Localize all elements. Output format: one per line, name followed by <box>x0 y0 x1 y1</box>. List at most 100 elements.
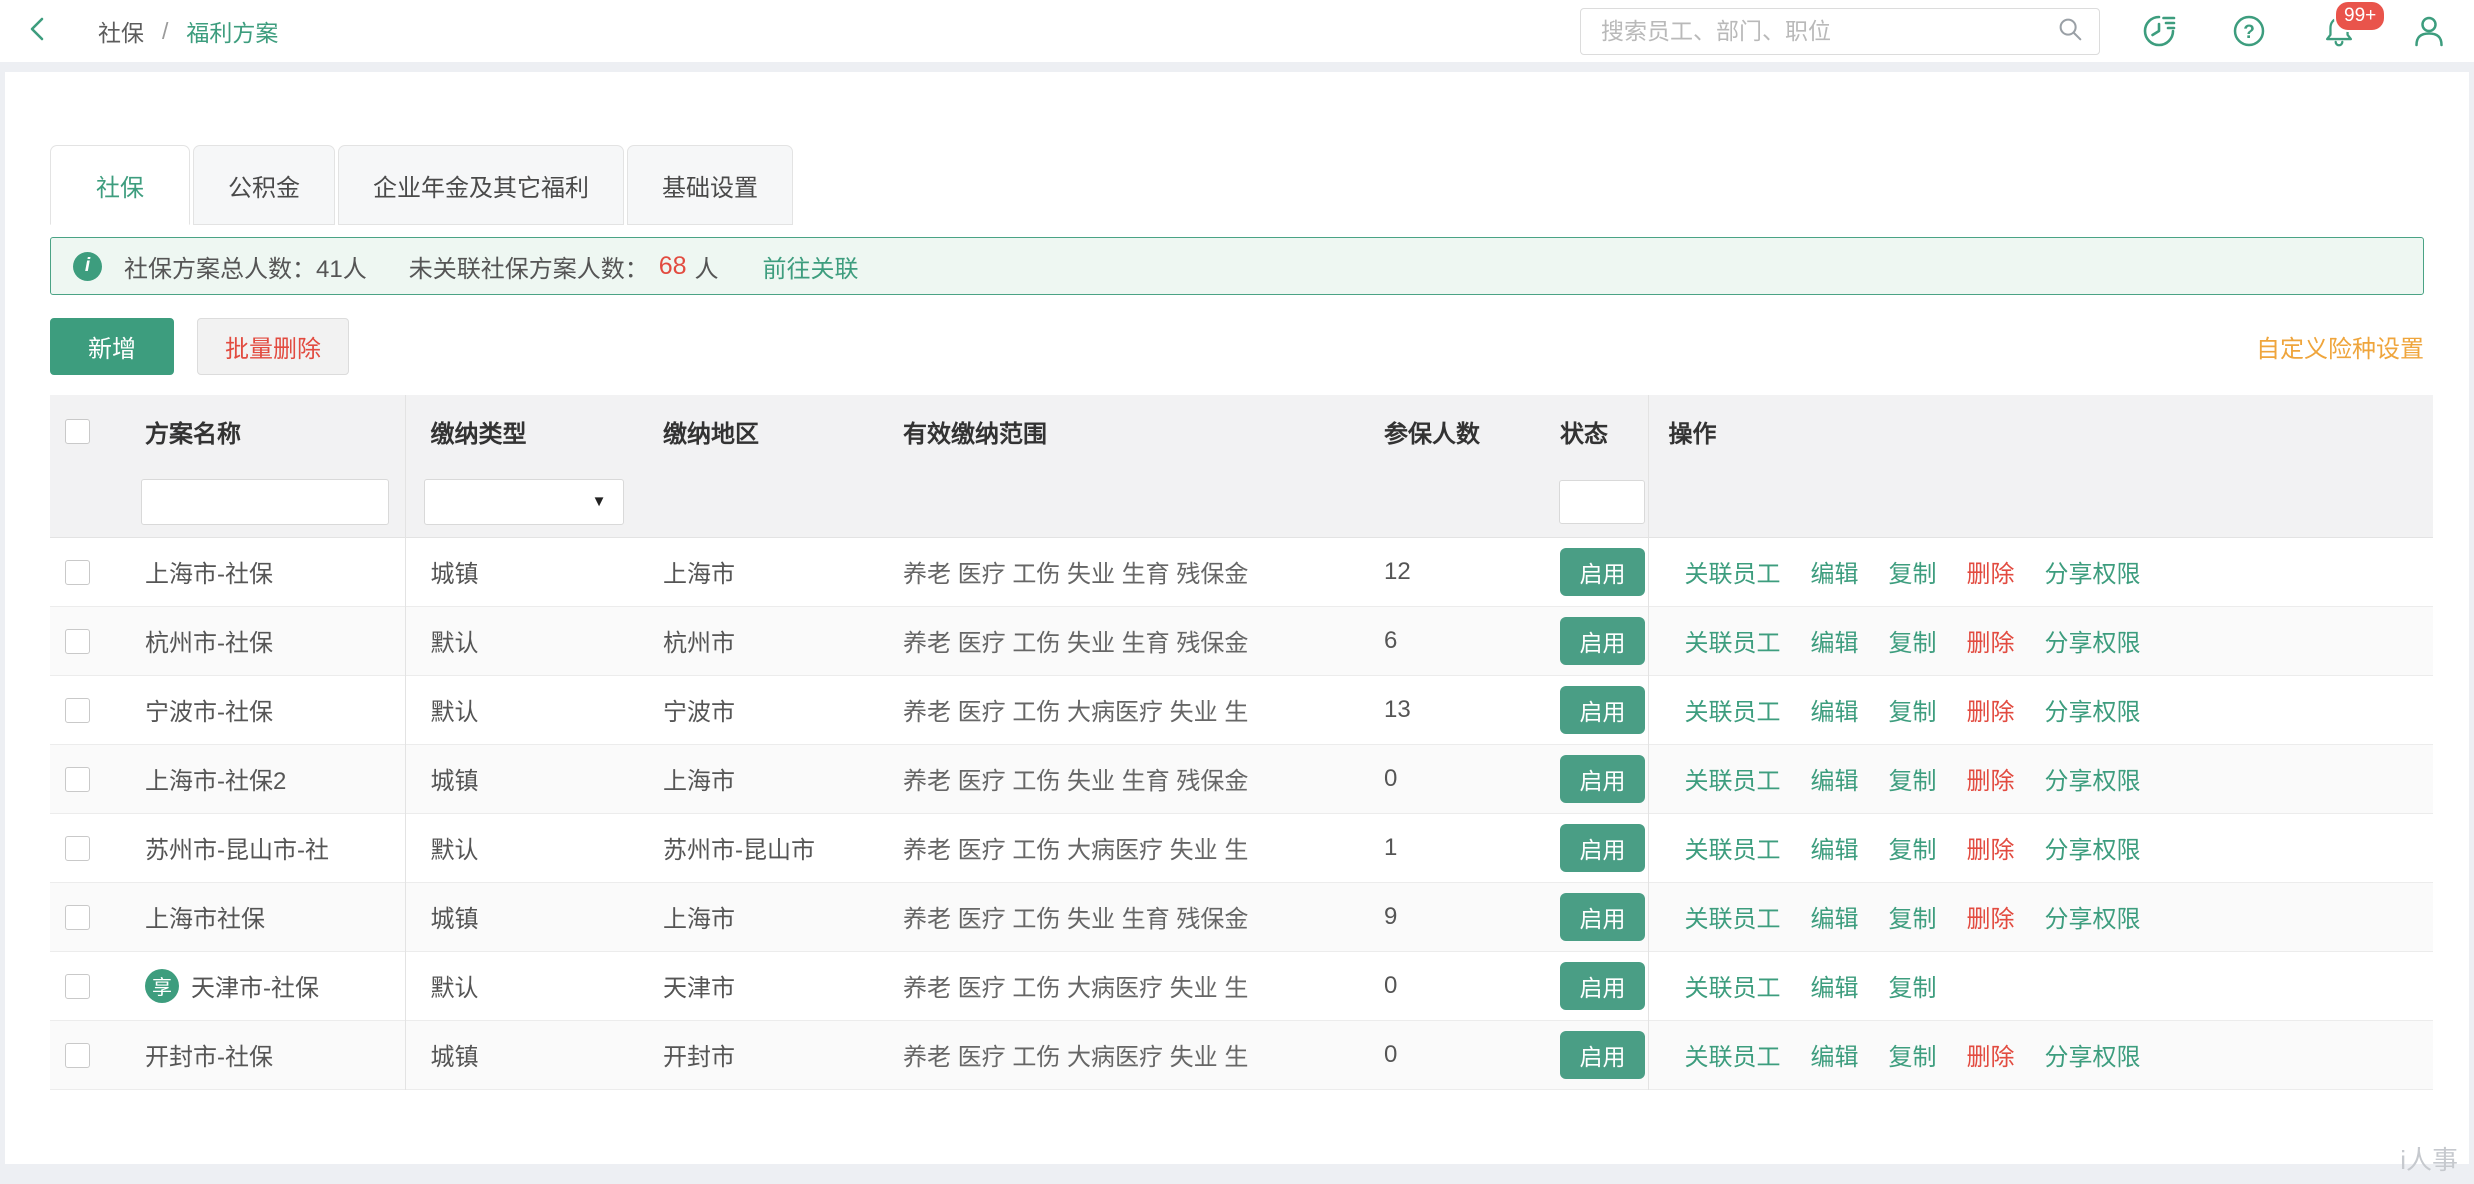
row-checkbox[interactable] <box>65 905 90 930</box>
row-action-link[interactable]: 删除 <box>1967 837 2015 864</box>
tab-item[interactable]: 公积金 <box>193 145 335 225</box>
tab-item[interactable]: 社保 <box>50 145 190 225</box>
actions-cell: 关联员工 编辑 复制 删除 分享权限 <box>1648 537 2433 606</box>
row-action-link[interactable]: 复制 <box>1889 906 1937 933</box>
table-header-row: 方案名称 缴纳类型 缴纳地区 有效缴纳范围 参保人数 状态 操作 <box>50 395 2433 467</box>
row-checkbox[interactable] <box>65 560 90 585</box>
row-action-link[interactable]: 复制 <box>1889 975 1937 1002</box>
row-action-link[interactable]: 分享权限 <box>2045 630 2141 657</box>
valid-scope-cell: 养老 医疗 工伤 失业 生育 残保金 <box>895 606 1360 675</box>
row-action-link[interactable]: 删除 <box>1967 561 2015 588</box>
payment-type-filter-select[interactable]: ▼ <box>424 479 624 525</box>
row-checkbox[interactable] <box>65 1043 90 1068</box>
row-action-link[interactable]: 复制 <box>1889 768 1937 795</box>
row-action-link[interactable]: 分享权限 <box>2045 561 2141 588</box>
info-icon: i <box>73 252 102 281</box>
row-action-link[interactable]: 复制 <box>1889 699 1937 726</box>
status-badge[interactable]: 启用 <box>1560 755 1645 803</box>
table-filter-row: ▼ <box>50 467 2433 537</box>
go-to-link-button[interactable]: 前往关联 <box>763 249 859 284</box>
row-action-link[interactable]: 复制 <box>1889 1044 1937 1071</box>
plan-name-filter-input[interactable] <box>141 479 389 525</box>
status-filter-input[interactable] <box>1559 480 1645 524</box>
status-cell: 启用 <box>1545 606 1648 675</box>
back-button[interactable] <box>26 13 52 49</box>
status-badge[interactable]: 启用 <box>1560 824 1645 872</box>
row-action-link[interactable]: 关联员工 <box>1685 630 1781 657</box>
row-action-link[interactable]: 删除 <box>1967 906 2015 933</box>
row-action-link[interactable]: 关联员工 <box>1685 975 1781 1002</box>
select-all-checkbox[interactable] <box>65 419 90 444</box>
search-icon[interactable] <box>2055 14 2085 49</box>
notifications-bell-icon[interactable]: 99+ <box>2320 12 2358 50</box>
tab-item[interactable]: 企业年金及其它福利 <box>338 145 624 225</box>
status-badge[interactable]: 启用 <box>1560 1031 1645 1079</box>
actions-cell: 关联员工 编辑 复制 <box>1648 951 2433 1020</box>
row-action-link[interactable]: 编辑 <box>1811 768 1859 795</box>
help-icon[interactable]: ? <box>2230 12 2268 50</box>
status-badge[interactable]: 启用 <box>1560 893 1645 941</box>
row-action-link[interactable]: 复制 <box>1889 630 1937 657</box>
payment-type-cell: 默认 <box>405 813 645 882</box>
global-search[interactable] <box>1580 8 2100 55</box>
banner-unlinked-label: 未关联社保方案人数： <box>409 249 649 284</box>
row-action-link[interactable]: 编辑 <box>1811 630 1859 657</box>
row-action-link[interactable]: 分享权限 <box>2045 768 2141 795</box>
row-action-link[interactable]: 分享权限 <box>2045 699 2141 726</box>
actions-cell: 关联员工 编辑 复制 删除 分享权限 <box>1648 882 2433 951</box>
row-checkbox[interactable] <box>65 629 90 654</box>
row-action-link[interactable]: 编辑 <box>1811 906 1859 933</box>
row-checkbox[interactable] <box>65 836 90 861</box>
row-checkbox[interactable] <box>65 698 90 723</box>
valid-scope-cell: 养老 医疗 工伤 大病医疗 失业 生 <box>895 675 1360 744</box>
valid-scope-cell: 养老 医疗 工伤 大病医疗 失业 生 <box>895 813 1360 882</box>
row-action-link[interactable]: 删除 <box>1967 1044 2015 1071</box>
history-icon[interactable] <box>2140 12 2178 50</box>
insured-count-cell: 0 <box>1360 1020 1545 1089</box>
status-badge[interactable]: 启用 <box>1560 617 1645 665</box>
header-payment-region: 缴纳地区 <box>645 395 895 467</box>
row-action-link[interactable]: 编辑 <box>1811 837 1859 864</box>
payment-region-cell: 宁波市 <box>645 675 895 744</box>
row-action-link[interactable]: 编辑 <box>1811 699 1859 726</box>
row-action-link[interactable]: 关联员工 <box>1685 906 1781 933</box>
breadcrumb-parent[interactable]: 社保 <box>98 14 144 48</box>
row-action-link[interactable]: 关联员工 <box>1685 561 1781 588</box>
row-action-link[interactable]: 删除 <box>1967 630 2015 657</box>
add-button[interactable]: 新增 <box>50 318 174 375</box>
row-checkbox[interactable] <box>65 974 90 999</box>
status-badge[interactable]: 启用 <box>1560 548 1645 596</box>
status-badge[interactable]: 启用 <box>1560 686 1645 734</box>
row-checkbox-cell <box>50 1020 105 1089</box>
row-action-link[interactable]: 分享权限 <box>2045 837 2141 864</box>
tab-item[interactable]: 基础设置 <box>627 145 793 225</box>
row-action-link[interactable]: 关联员工 <box>1685 1044 1781 1071</box>
row-action-link[interactable]: 编辑 <box>1811 561 1859 588</box>
row-action-link[interactable]: 关联员工 <box>1685 699 1781 726</box>
row-checkbox[interactable] <box>65 767 90 792</box>
user-profile-icon[interactable] <box>2410 12 2448 50</box>
row-checkbox-cell <box>50 951 105 1020</box>
row-checkbox-cell <box>50 744 105 813</box>
plan-name: 上海市社保 <box>145 899 265 934</box>
row-action-link[interactable]: 编辑 <box>1811 975 1859 1002</box>
row-action-link[interactable]: 复制 <box>1889 837 1937 864</box>
status-cell: 启用 <box>1545 1020 1648 1089</box>
row-action-link[interactable]: 删除 <box>1967 768 2015 795</box>
row-action-link[interactable]: 复制 <box>1889 561 1937 588</box>
row-action-link[interactable]: 关联员工 <box>1685 768 1781 795</box>
plan-name-cell: 开封市-社保 <box>105 1020 405 1089</box>
table-row: 上海市-社保2城镇上海市养老 医疗 工伤 失业 生育 残保金0启用关联员工编辑复… <box>50 744 2433 813</box>
plan-name-cell: 上海市社保 <box>105 882 405 951</box>
status-badge[interactable]: 启用 <box>1560 962 1645 1010</box>
row-action-link[interactable]: 关联员工 <box>1685 837 1781 864</box>
row-action-link[interactable]: 分享权限 <box>2045 906 2141 933</box>
custom-insurance-settings-link[interactable]: 自定义险种设置 <box>2256 329 2424 364</box>
row-action-link[interactable]: 删除 <box>1967 699 2015 726</box>
plan-name: 宁波市-社保 <box>145 692 273 727</box>
search-input[interactable] <box>1599 17 2055 46</box>
payment-type-cell: 城镇 <box>405 882 645 951</box>
row-action-link[interactable]: 编辑 <box>1811 1044 1859 1071</box>
row-action-link[interactable]: 分享权限 <box>2045 1044 2141 1071</box>
batch-delete-button[interactable]: 批量删除 <box>197 318 349 375</box>
